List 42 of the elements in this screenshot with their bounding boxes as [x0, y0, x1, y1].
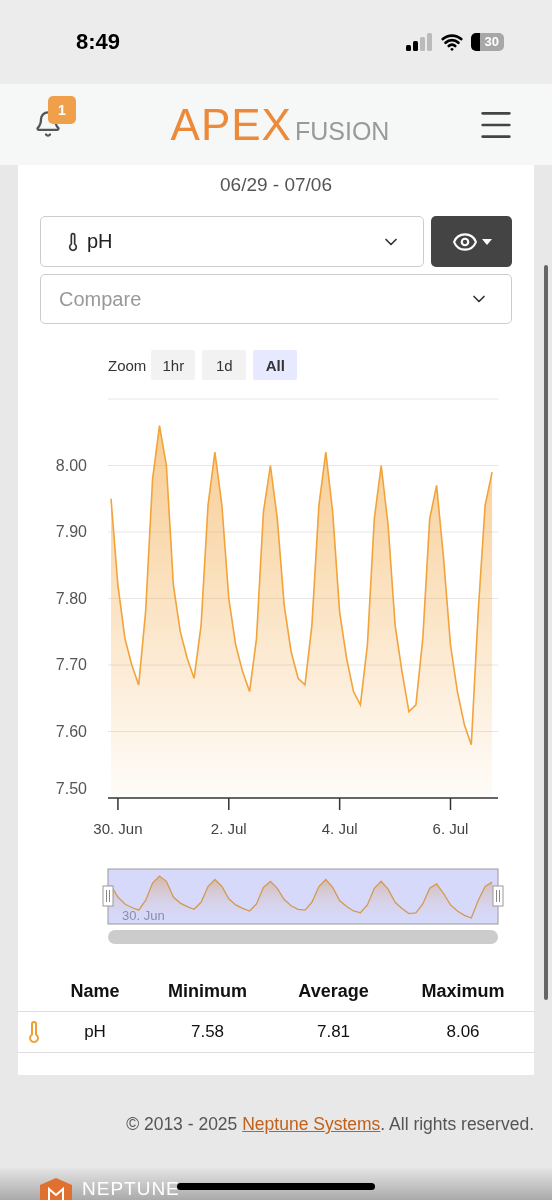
- table-cell: 8.06: [392, 1012, 534, 1053]
- navigator-label: 30. Jun: [122, 908, 165, 923]
- zoom-label: Zoom: [108, 356, 147, 374]
- navigator-handle[interactable]: [102, 885, 114, 907]
- navigator-scrollbar[interactable]: [108, 930, 498, 944]
- table-cell: pH: [50, 1012, 140, 1053]
- wifi-icon: [440, 31, 463, 53]
- navigator-handle[interactable]: [492, 885, 504, 907]
- brand-name: NEPTUNE: [82, 1178, 180, 1200]
- axis-label: 7.50: [55, 780, 87, 797]
- table-cell: 7.58: [140, 1012, 275, 1053]
- notification-count: 1: [48, 95, 76, 124]
- axis-label: 2. Jul: [210, 820, 247, 837]
- clock: 8:49: [76, 29, 121, 55]
- probe-select[interactable]: pH: [40, 216, 424, 267]
- caret-icon: [481, 238, 492, 245]
- axis-label: 7.70: [55, 656, 87, 673]
- signal-icon: [405, 33, 433, 51]
- battery-indicator: 30: [470, 33, 504, 51]
- axis-label: 7.90: [55, 523, 87, 540]
- scrollbar[interactable]: [544, 265, 548, 1000]
- axis-label: 6. Jul: [432, 820, 469, 837]
- axis-label: 8.00: [55, 456, 87, 474]
- axis-label: 4. Jul: [321, 820, 358, 837]
- brand-logo-icon: [40, 1178, 72, 1200]
- axis-label: 30. Jun: [93, 820, 143, 837]
- zoom-button[interactable]: 1hr: [151, 350, 196, 380]
- logo-text: APEX: [170, 99, 292, 150]
- copyright-text: © 2013 - 2025 Neptune Systems. All rights reserved.: [125, 1113, 534, 1135]
- zoom-button[interactable]: 1d: [202, 350, 247, 380]
- company-link[interactable]: Neptune Systems: [242, 1114, 381, 1134]
- axis-label: 7.60: [55, 722, 87, 740]
- table-cell: 7.81: [275, 1012, 392, 1053]
- column-header: Maximum: [392, 971, 534, 1012]
- column-header: Name: [50, 971, 140, 1012]
- zoom-button[interactable]: All: [253, 350, 298, 380]
- column-header: Average: [275, 971, 392, 1012]
- axis-label: 7.80: [55, 589, 87, 607]
- visibility-button[interactable]: [431, 216, 512, 267]
- date-range: 06/29 - 07/06: [219, 173, 333, 197]
- column-header: Minimum: [140, 971, 275, 1012]
- logo-subtext: FUSION: [294, 116, 390, 146]
